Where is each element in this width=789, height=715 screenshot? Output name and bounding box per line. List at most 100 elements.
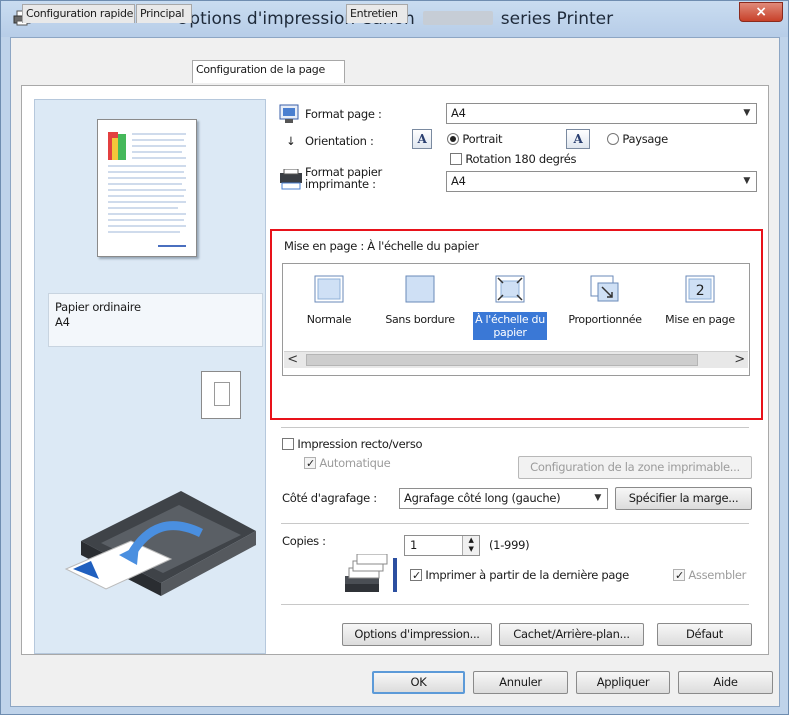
reverse-order-label: Imprimer à partir de la dernière page bbox=[425, 568, 629, 582]
checkbox-checked-icon bbox=[304, 457, 316, 469]
printer-paper-size-dropdown[interactable]: A4 ▼ bbox=[446, 171, 757, 192]
copies-label: Copies : bbox=[282, 534, 326, 548]
tab-main[interactable]: Principal bbox=[136, 4, 192, 23]
model-name-redacted bbox=[422, 11, 493, 25]
duplex-checkbox[interactable]: Impression recto/verso bbox=[282, 437, 423, 451]
layout-option-label-line1: À l'échelle du bbox=[475, 313, 545, 326]
divider bbox=[281, 523, 749, 524]
rotate-180-checkbox[interactable]: Rotation 180 degrés bbox=[450, 152, 577, 166]
spin-updown-icon[interactable]: ▲ ▼ bbox=[462, 536, 479, 555]
rotate-180-label: Rotation 180 degrés bbox=[465, 152, 577, 166]
paper-preview-thumbnail bbox=[97, 119, 197, 257]
copies-value: 1 bbox=[410, 538, 418, 552]
checkbox-icon bbox=[450, 153, 462, 165]
stamp-background-button[interactable]: Cachet/Arrière-plan... bbox=[499, 623, 644, 646]
scroll-right-icon[interactable]: > bbox=[731, 352, 748, 368]
page-layout-label: Mise en page : À l'échelle du papier bbox=[284, 239, 479, 253]
tab-quick-setup[interactable]: Configuration rapide bbox=[22, 4, 135, 23]
copies-stack-icon bbox=[345, 554, 397, 592]
staple-side-dropdown[interactable]: Agrafage côté long (gauche) ▼ bbox=[399, 488, 608, 509]
radio-selected-icon bbox=[447, 133, 459, 145]
landscape-icon: A bbox=[566, 129, 590, 149]
page-orientation-icon bbox=[201, 371, 241, 419]
layout-option-normal[interactable]: Normale bbox=[286, 275, 372, 327]
staple-side-value: Agrafage côté long (gauche) bbox=[404, 491, 561, 505]
landscape-radio[interactable]: Paysage bbox=[607, 132, 668, 146]
layout-option-label: Normale bbox=[306, 313, 352, 326]
apply-button[interactable]: Appliquer bbox=[576, 671, 670, 694]
layout-option-label-line2: papier bbox=[493, 326, 527, 339]
layout-option-scaled[interactable]: Proportionnée bbox=[562, 275, 648, 327]
divider bbox=[281, 427, 749, 428]
divider bbox=[281, 604, 749, 605]
checkbox-checked-icon bbox=[673, 569, 685, 581]
layout-normal-icon bbox=[314, 275, 344, 303]
layout-option-borderless[interactable]: Sans bordure bbox=[377, 275, 463, 327]
scrollbar-thumb[interactable] bbox=[306, 354, 698, 366]
tab-label: Configuration de la page bbox=[196, 63, 325, 76]
cancel-button[interactable]: Annuler bbox=[473, 671, 568, 694]
chevron-down-icon: ▼ bbox=[594, 493, 601, 503]
collate-checkbox[interactable]: Assembler bbox=[673, 568, 746, 582]
staple-side-label: Côté d'agrafage : bbox=[282, 491, 377, 505]
print-area-setup-button[interactable]: Configuration de la zone imprimable... bbox=[518, 456, 752, 479]
checkbox-checked-icon bbox=[410, 569, 422, 581]
layout-borderless-icon bbox=[405, 275, 435, 303]
scroll-left-icon[interactable]: < bbox=[284, 352, 301, 368]
copies-range: (1-999) bbox=[489, 538, 530, 552]
printer-illustration-icon bbox=[64, 491, 256, 596]
document-preview-icon bbox=[108, 132, 186, 247]
reverse-order-checkbox[interactable]: Imprimer à partir de la dernière page bbox=[410, 568, 629, 582]
defaults-button[interactable]: Défaut bbox=[657, 623, 752, 646]
page-size-dropdown[interactable]: A4 ▼ bbox=[446, 103, 757, 124]
layout-fit-to-page-icon bbox=[495, 275, 525, 303]
printer-paper-label: Format papier imprimante : bbox=[305, 166, 382, 190]
automatic-checkbox[interactable]: Automatique bbox=[304, 456, 391, 470]
printer-paper-icon bbox=[280, 169, 302, 190]
layout-option-label: Proportionnée bbox=[568, 313, 642, 326]
svg-text:2: 2 bbox=[696, 283, 705, 299]
tab-label: Configuration rapide bbox=[26, 7, 134, 20]
portrait-radio[interactable]: Portrait bbox=[447, 132, 503, 146]
paper-info-box: Papier ordinaire A4 bbox=[48, 293, 263, 347]
print-options-button[interactable]: Options d'impression... bbox=[342, 623, 492, 646]
radio-icon bbox=[607, 133, 619, 145]
layout-scaled-icon bbox=[590, 275, 619, 302]
portrait-label: Portrait bbox=[462, 132, 503, 146]
paper-size-text: A4 bbox=[55, 315, 70, 329]
portrait-icon: A bbox=[412, 129, 432, 149]
page-size-icon bbox=[279, 104, 299, 123]
paper-type-text: Papier ordinaire bbox=[55, 300, 141, 314]
print-options-window: Options d'impression Canon series Printer… bbox=[0, 0, 789, 715]
collate-label: Assembler bbox=[688, 568, 747, 582]
layout-option-fit-to-page[interactable]: À l'échelle du papier bbox=[467, 275, 553, 340]
layout-option-label: Mise en page bbox=[665, 313, 735, 326]
page-size-value: A4 bbox=[451, 106, 466, 120]
layout-option-page-layout[interactable]: 2 Mise en page bbox=[657, 275, 743, 327]
orientation-label: Orientation : bbox=[305, 134, 374, 148]
duplex-label: Impression recto/verso bbox=[297, 437, 423, 451]
checkbox-icon bbox=[282, 438, 294, 450]
chevron-down-icon: ▼ bbox=[743, 108, 750, 118]
printer-paper-size-value: A4 bbox=[451, 174, 466, 188]
layout-option-label: À l'échelle du papier bbox=[473, 312, 547, 340]
ok-button[interactable]: OK bbox=[372, 671, 465, 694]
tab-label: Principal bbox=[140, 7, 185, 20]
automatic-label: Automatique bbox=[319, 456, 391, 470]
tab-page-setup[interactable]: Configuration de la page bbox=[192, 60, 345, 83]
landscape-label: Paysage bbox=[622, 132, 668, 146]
specify-margin-button[interactable]: Spécifier la marge... bbox=[615, 487, 752, 510]
printer-paper-label-line2: imprimante : bbox=[305, 177, 376, 191]
window-title-suffix: series Printer bbox=[500, 9, 614, 29]
layout-page-layout-icon: 2 bbox=[685, 275, 715, 303]
tab-label: Entretien bbox=[350, 7, 398, 20]
layout-horizontal-scrollbar[interactable]: < > bbox=[284, 351, 748, 368]
copies-spinbox[interactable]: 1 ▲ ▼ bbox=[404, 535, 480, 556]
layout-option-label: Sans bordure bbox=[385, 313, 455, 326]
page-size-label: Format page : bbox=[305, 107, 382, 121]
arrow-down-icon: ↓ bbox=[286, 134, 296, 148]
close-button[interactable]: × bbox=[739, 2, 783, 22]
help-button[interactable]: Aide bbox=[678, 671, 773, 694]
tab-maintenance[interactable]: Entretien bbox=[346, 4, 408, 23]
chevron-down-icon: ▼ bbox=[743, 176, 750, 186]
